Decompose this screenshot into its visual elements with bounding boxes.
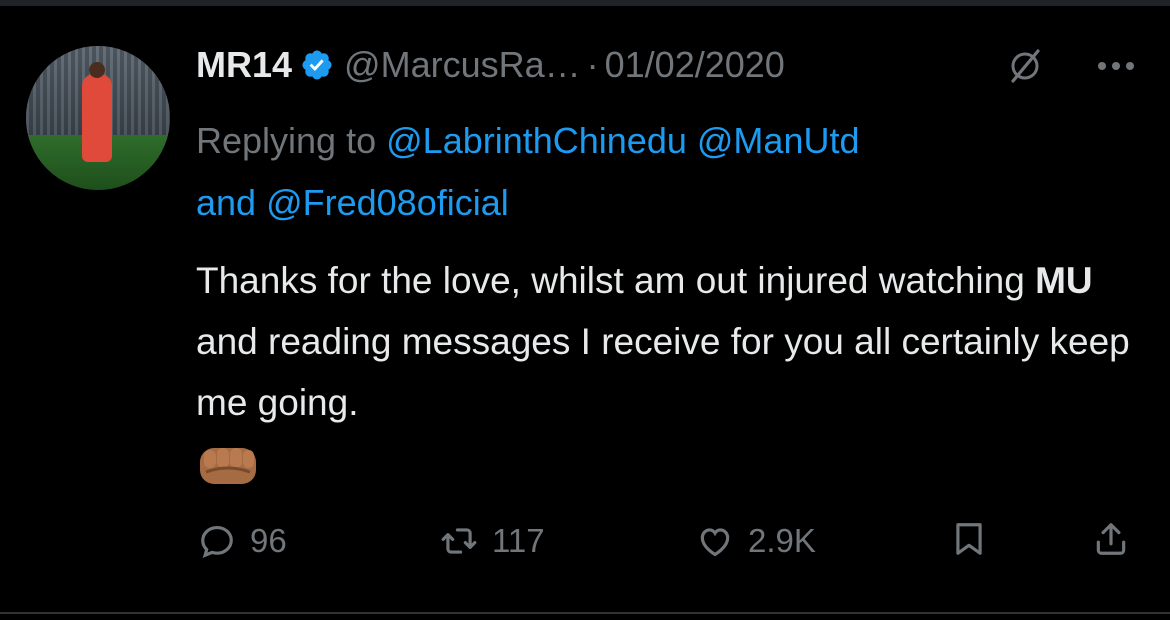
mention-labrinthchinedu[interactable]: @LabrinthChinedu: [386, 120, 687, 161]
like-count: 2.9K: [748, 522, 816, 559]
separator-dot: ·: [586, 44, 599, 85]
tweet-text-bold: MU: [1035, 260, 1093, 301]
like-icon: [700, 528, 730, 557]
avatar[interactable]: [26, 46, 170, 190]
tweet-text: Thanks for the love, whilst am out injur…: [196, 250, 1146, 433]
tweet-text-part2: and reading messages I receive for you a…: [196, 321, 1130, 423]
tweet-date[interactable]: 01/02/2020: [605, 44, 785, 86]
share-button[interactable]: [1092, 520, 1144, 558]
like-button[interactable]: 2.9K: [696, 522, 816, 560]
author-handle[interactable]: @MarcusRa…: [344, 44, 581, 86]
tweet-text-part1: Thanks for the love, whilst am out injur…: [196, 260, 1036, 301]
replying-to: Replying to @LabrinthChinedu @ManUtd and…: [196, 110, 1116, 234]
reply-icon: [201, 525, 233, 558]
bottom-divider: [0, 612, 1170, 614]
share-icon: [1096, 523, 1126, 555]
mention-manutd[interactable]: @ManUtd: [697, 120, 860, 161]
tweet-header: MR14 @MarcusRa… · 01/02/2020: [196, 40, 785, 90]
verified-badge-icon[interactable]: [300, 48, 334, 82]
replying-and: and: [196, 182, 257, 223]
replying-prefix: Replying to: [196, 120, 377, 161]
tweet-actions: 96 117 2.9K: [0, 512, 1170, 578]
oncoming-fist-emoji-icon: [200, 448, 256, 484]
retweet-button[interactable]: 117: [440, 522, 545, 560]
author-name[interactable]: MR14: [196, 44, 292, 86]
bookmark-button[interactable]: [950, 520, 1002, 558]
grok-icon[interactable]: [1008, 48, 1042, 84]
reply-count: 96: [250, 522, 287, 559]
more-icon[interactable]: [1096, 60, 1136, 72]
retweet-icon: [441, 528, 477, 554]
mention-fred08oficial[interactable]: @Fred08oficial: [266, 182, 509, 223]
bookmark-icon: [956, 523, 982, 555]
reply-button[interactable]: 96: [198, 522, 287, 560]
retweet-count: 117: [492, 522, 545, 559]
top-divider: [0, 0, 1170, 6]
